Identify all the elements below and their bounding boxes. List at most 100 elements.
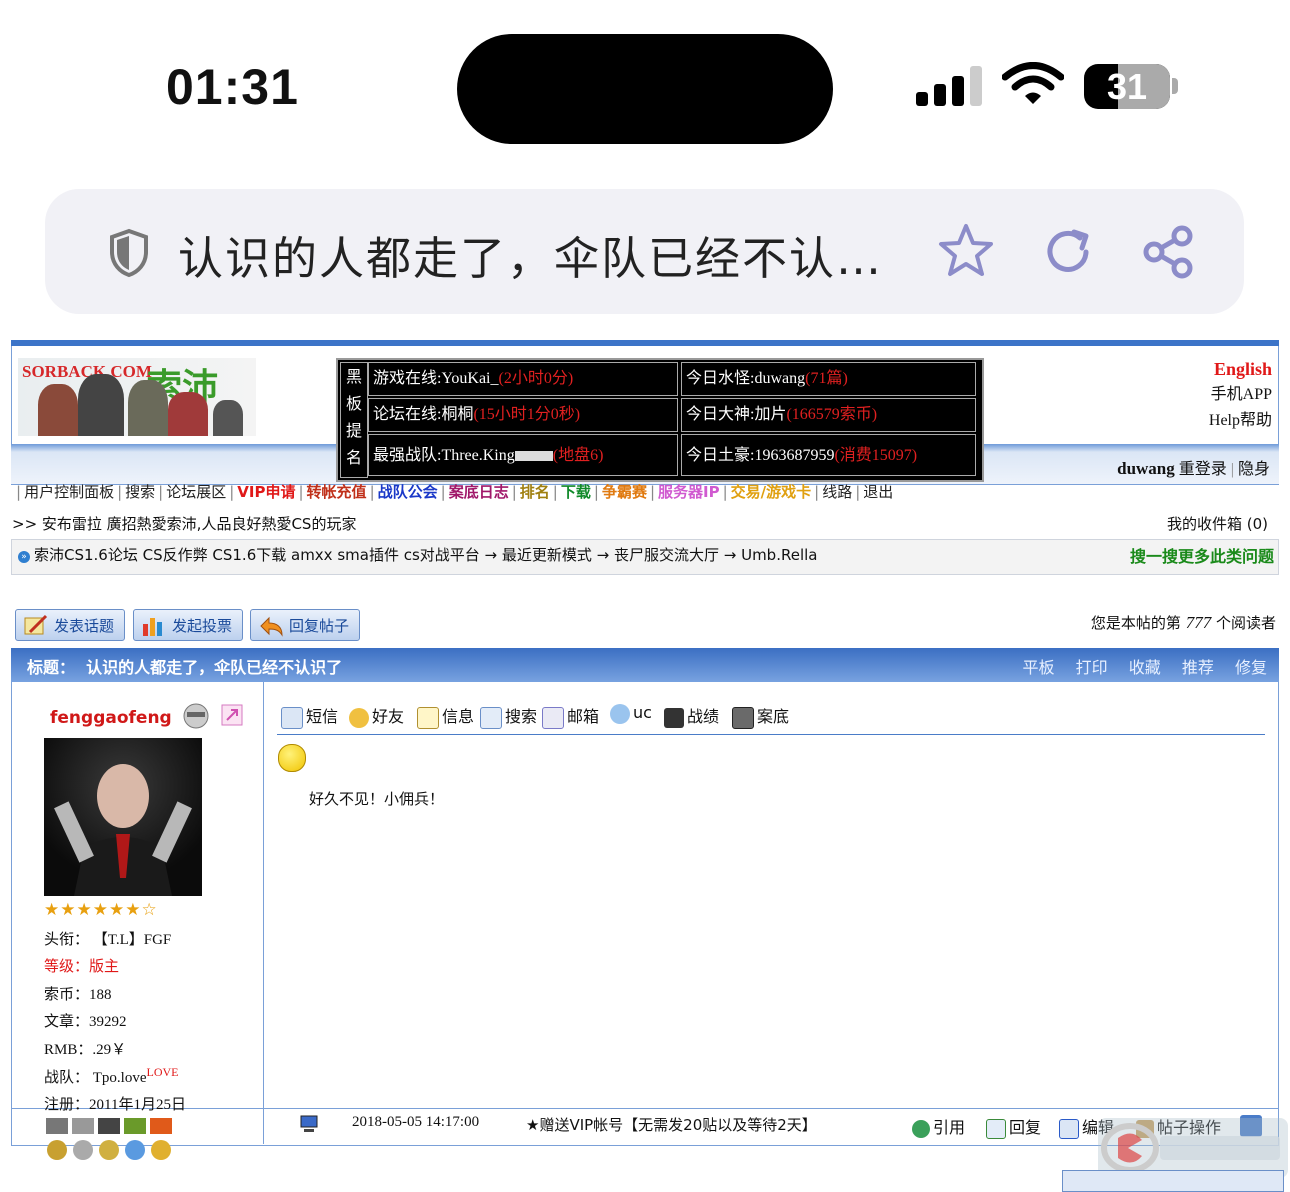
- computer-icon: [300, 1115, 318, 1132]
- nav-item[interactable]: 争霸赛: [599, 483, 650, 501]
- pagination[interactable]: [1062, 1170, 1284, 1192]
- board-top-player[interactable]: 今日大神:加片(166579索币): [681, 398, 976, 432]
- tool-info[interactable]: 信息: [417, 703, 474, 729]
- nav-separator: |: [440, 483, 446, 501]
- reply-doc-icon: [986, 1118, 1006, 1139]
- tool-friend[interactable]: 好友: [349, 703, 404, 728]
- author-stars: ★★★★★★☆: [44, 900, 158, 919]
- friend-icon: [349, 707, 369, 728]
- board-forum-online[interactable]: 论坛在线:桐桐(15小时1分0秒): [368, 398, 678, 432]
- author-posts: 文章：39292: [44, 1014, 127, 1030]
- breadcrumb-text[interactable]: 索沛CS1.6论坛 CS反作弊 CS1.6下载 amxx sma插件 cs对战平…: [34, 544, 817, 565]
- nav-item[interactable]: 用户控制面板: [21, 483, 117, 501]
- inbox-link[interactable]: 我的收件箱 (0): [1167, 513, 1268, 534]
- nav-item[interactable]: 案底日志: [446, 483, 512, 501]
- nav-item[interactable]: 战队公会: [375, 483, 441, 501]
- nav-separator: |: [369, 483, 375, 501]
- search-icon: [480, 706, 502, 729]
- dynamic-island: [457, 34, 833, 144]
- board-strongest-team[interactable]: 最强战队:Three.King (地盘6): [368, 434, 678, 476]
- tool-mail[interactable]: 邮箱: [542, 703, 599, 729]
- nav-item[interactable]: 搜索: [122, 483, 158, 501]
- reply-button[interactable]: 回复: [986, 1114, 1041, 1139]
- blackboard-panel: 黑板提名 游戏在线:YouKai_(2小时0分) 今日水怪:duwang(71篇…: [336, 358, 984, 482]
- signal-icon: [916, 66, 982, 106]
- search-more-link[interactable]: 搜一搜更多此类问题: [1130, 543, 1274, 567]
- poll-chart-icon: [143, 618, 162, 636]
- post-content: 好久不见！小佣兵！: [309, 790, 445, 808]
- avatar[interactable]: [44, 738, 202, 896]
- vip-promo-link[interactable]: ★赠送VIP帐号【无需发20贴以及等待2天】: [526, 1114, 817, 1135]
- info-icon: [417, 706, 439, 729]
- nav-item[interactable]: VIP申请: [234, 483, 298, 501]
- english-link[interactable]: English: [1209, 356, 1272, 382]
- watermark-logo: [1098, 1118, 1288, 1178]
- nav-item[interactable]: 排名: [517, 483, 553, 501]
- tool-uc[interactable]: uc: [610, 703, 652, 724]
- post-date: 2018-05-05 14:17:00: [352, 1114, 480, 1130]
- relogin-link[interactable]: 重登录: [1179, 461, 1227, 478]
- mail-icon: [542, 706, 564, 729]
- tool-tablet[interactable]: 平板: [1023, 658, 1055, 677]
- announcement[interactable]: >> 安布雷拉 廣招熱愛索沛,人品良好熱愛CS的玩家: [12, 513, 356, 534]
- quote-icon: [912, 1119, 930, 1138]
- nav-item[interactable]: 转帐充值: [304, 483, 370, 501]
- thread-title: 标题： 认识的人都走了，伞队已经不认识了: [27, 658, 343, 677]
- profile-link-icon[interactable]: [221, 704, 243, 726]
- edit-icon: [1059, 1118, 1079, 1139]
- nav-item[interactable]: 退出: [860, 483, 896, 501]
- reload-icon[interactable]: [1042, 226, 1094, 278]
- username-link[interactable]: duwang: [1117, 459, 1175, 478]
- help-link[interactable]: Help帮助: [1209, 408, 1272, 434]
- nav-item[interactable]: 线路: [819, 483, 855, 501]
- battery-icon: 31: [1084, 64, 1170, 109]
- site-logo[interactable]: SORBACK.COM 索沛CS: [18, 358, 256, 436]
- new-topic-button[interactable]: 发表话题: [15, 609, 125, 641]
- board-rich-player[interactable]: 今日土豪:1963687959(消费15097): [681, 434, 976, 476]
- nav-item[interactable]: 服务器IP: [655, 483, 723, 501]
- soldier-icon: [664, 707, 684, 728]
- post-divider: [263, 682, 264, 1144]
- thread-tools: 平板 打印 收藏 推荐 修复: [1007, 654, 1267, 678]
- tool-repair[interactable]: 修复: [1235, 658, 1267, 677]
- author-rmb: RMB：.29￥: [44, 1042, 127, 1058]
- author-coins: 索币：188: [44, 987, 112, 1003]
- case-icon: [732, 706, 754, 729]
- author-team[interactable]: 战队： Tpo.loveLOVE: [44, 1065, 179, 1087]
- tool-case[interactable]: 案底: [732, 703, 789, 729]
- nav-item[interactable]: 论坛展区: [163, 483, 229, 501]
- tool-recommend[interactable]: 推荐: [1182, 658, 1214, 677]
- reader-count: 您是本帖的第 777 个阅读者: [1090, 613, 1276, 632]
- author-name[interactable]: fenggaofeng: [50, 708, 172, 728]
- share-icon[interactable]: [1142, 224, 1196, 280]
- breadcrumb-icon: »: [18, 551, 30, 563]
- status-time: 01:31: [166, 59, 299, 115]
- medals-icon: [46, 1118, 172, 1160]
- wifi-icon: [1002, 62, 1064, 104]
- author-registered: 注册：2011年1月25日: [44, 1097, 186, 1113]
- avatar-image: [54, 764, 192, 896]
- uc-icon: [610, 703, 630, 724]
- mobile-app-link[interactable]: 手机APP: [1209, 382, 1272, 408]
- nav-item[interactable]: 下载: [558, 483, 594, 501]
- shield-icon[interactable]: [108, 228, 150, 278]
- hide-link[interactable]: 隐身: [1238, 461, 1270, 478]
- tool-favorite[interactable]: 收藏: [1129, 658, 1161, 677]
- smiley-icon: [278, 744, 306, 772]
- nav-item[interactable]: 交易/游戏卡: [728, 483, 814, 501]
- tool-print[interactable]: 打印: [1076, 658, 1108, 677]
- tool-message[interactable]: 短信: [281, 703, 338, 729]
- author-title: 头衔： 【T.L】FGF: [44, 932, 172, 948]
- main-nav: | 用户控制面板 | 搜索 | 论坛展区 | VIP申请 | 转帐充值 | 战队公会 | 案底日志 | 排名 |…: [16, 481, 896, 502]
- nav-separator: |: [298, 483, 304, 501]
- reply-post-button[interactable]: 回复帖子: [250, 609, 360, 641]
- tool-search[interactable]: 搜索: [480, 703, 537, 729]
- new-poll-button[interactable]: 发起投票: [133, 609, 243, 641]
- bookmark-star-icon[interactable]: [937, 222, 995, 280]
- board-game-online[interactable]: 游戏在线:YouKai_(2小时0分): [368, 362, 678, 396]
- quote-button[interactable]: 引用: [912, 1114, 965, 1138]
- tool-record[interactable]: 战绩: [664, 703, 719, 728]
- user-bar: duwang 重登录 | 隐身: [1117, 459, 1270, 478]
- board-water-monster[interactable]: 今日水怪:duwang(71篇): [681, 362, 976, 396]
- tools-divider: [277, 734, 1265, 735]
